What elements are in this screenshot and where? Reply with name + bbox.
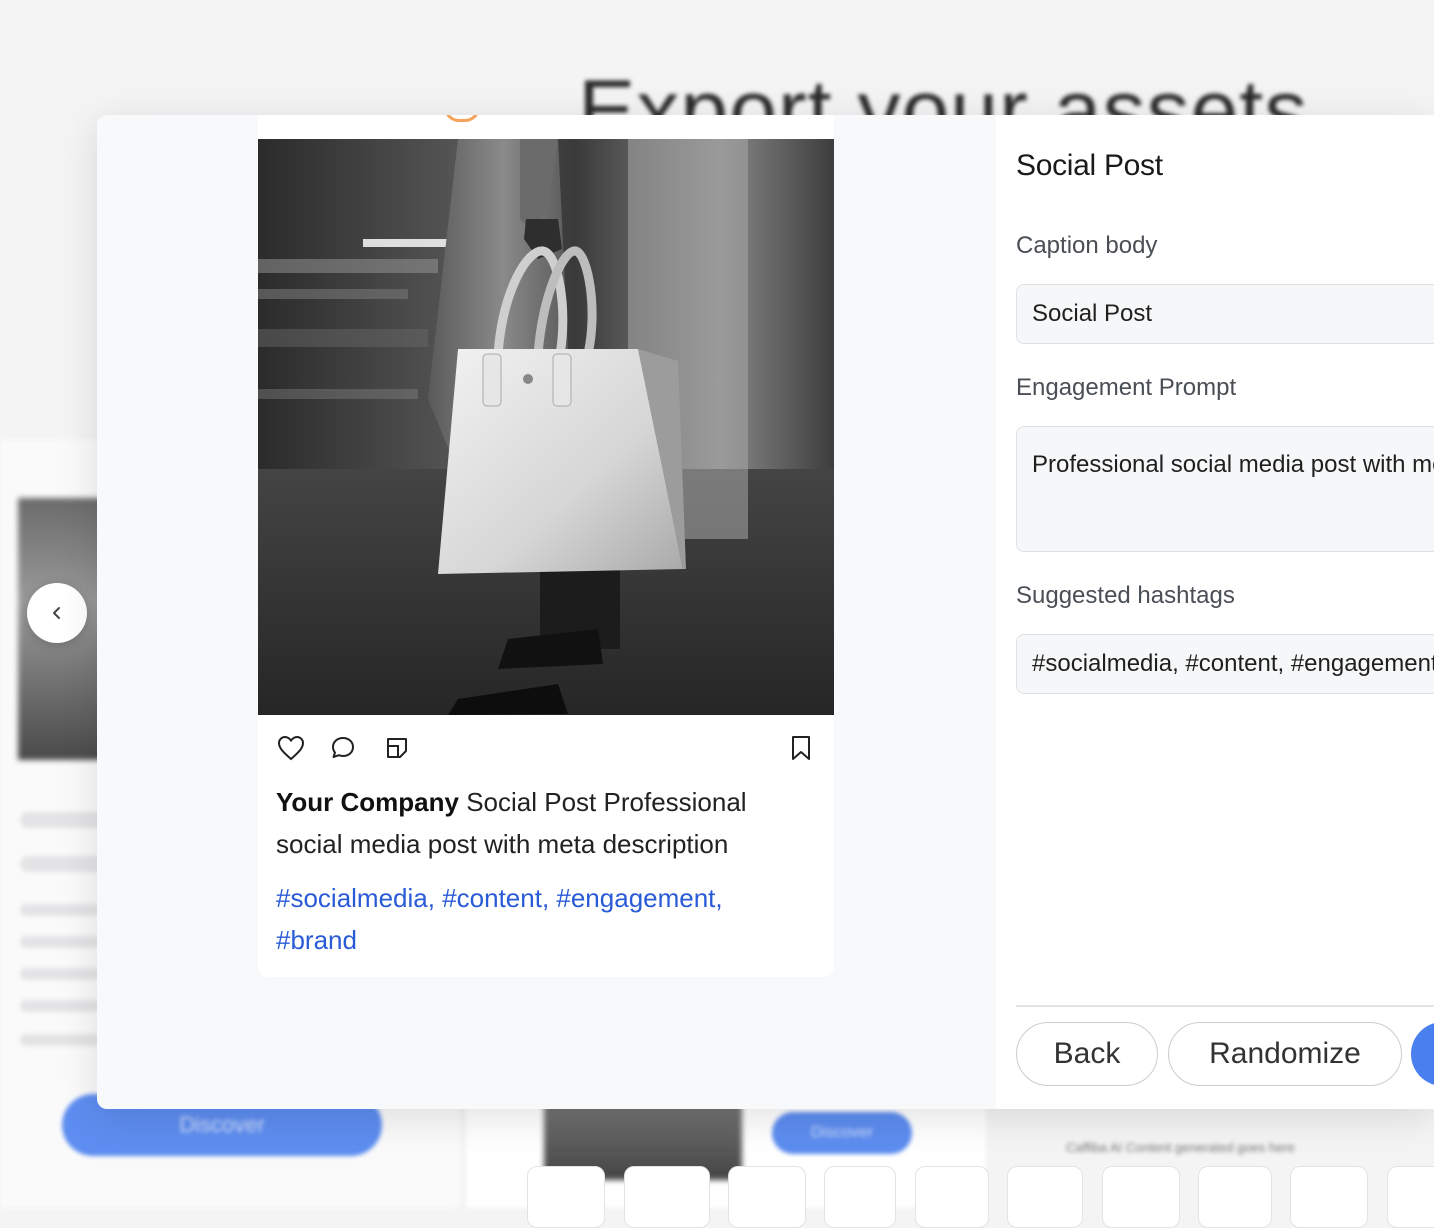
background-tile xyxy=(1290,1166,1368,1228)
heart-icon[interactable] xyxy=(276,733,306,763)
panel-divider xyxy=(1016,1005,1434,1007)
post-actions-bar xyxy=(276,733,816,763)
background-footer-text: Caffiba AI Content generated goes here xyxy=(1066,1140,1295,1155)
caption-body-label: Caption body xyxy=(1016,232,1158,259)
edit-panel: Social Post Caption body Social Post Eng… xyxy=(996,115,1434,1109)
post-preview-card: Your Company Social Post Professional so… xyxy=(258,115,834,977)
engagement-prompt-field[interactable]: Professional social media post with meta… xyxy=(1016,426,1434,552)
background-tile xyxy=(1007,1166,1083,1228)
background-skeleton-line xyxy=(20,904,100,916)
suggested-hashtags-field[interactable]: #socialmedia, #content, #engagement, #br… xyxy=(1016,634,1434,694)
company-avatar xyxy=(444,115,480,122)
bookmark-icon[interactable] xyxy=(786,733,816,763)
background-discover-button-small: Discover xyxy=(772,1112,912,1154)
background-skeleton-line xyxy=(20,968,100,980)
background-skeleton-line xyxy=(20,1000,100,1012)
engagement-prompt-label: Engagement Prompt xyxy=(1016,374,1237,401)
share-icon[interactable] xyxy=(382,733,412,763)
post-hashtags: #socialmedia, #content, #engagement, #br… xyxy=(276,883,723,955)
randomize-button[interactable]: Randomize xyxy=(1168,1022,1402,1086)
background-skeleton-line xyxy=(20,1034,100,1046)
background-tile xyxy=(1387,1166,1434,1228)
caption-body-field[interactable]: Social Post xyxy=(1016,284,1434,344)
previous-button[interactable] xyxy=(27,583,87,643)
background-tile xyxy=(824,1166,896,1228)
post-caption: Your Company Social Post Professional so… xyxy=(276,781,796,865)
background-tile xyxy=(1198,1166,1272,1228)
post-company-name: Your Company xyxy=(276,787,459,817)
primary-action-button[interactable] xyxy=(1411,1022,1434,1086)
background-tile xyxy=(1102,1166,1180,1228)
background-tile xyxy=(624,1166,710,1228)
background-tile xyxy=(915,1166,989,1228)
handbag-photo xyxy=(258,139,834,715)
chevron-left-icon xyxy=(53,607,60,619)
background-tile xyxy=(527,1166,605,1228)
background-skeleton-line xyxy=(20,936,100,948)
social-post-modal: Your Company Social Post Professional so… xyxy=(97,115,1434,1109)
panel-title: Social Post xyxy=(1016,149,1163,182)
back-button[interactable]: Back xyxy=(1016,1022,1158,1086)
post-image xyxy=(258,139,834,715)
comment-icon[interactable] xyxy=(328,733,358,763)
suggested-hashtags-label: Suggested hashtags xyxy=(1016,582,1235,609)
background-tile xyxy=(728,1166,806,1228)
